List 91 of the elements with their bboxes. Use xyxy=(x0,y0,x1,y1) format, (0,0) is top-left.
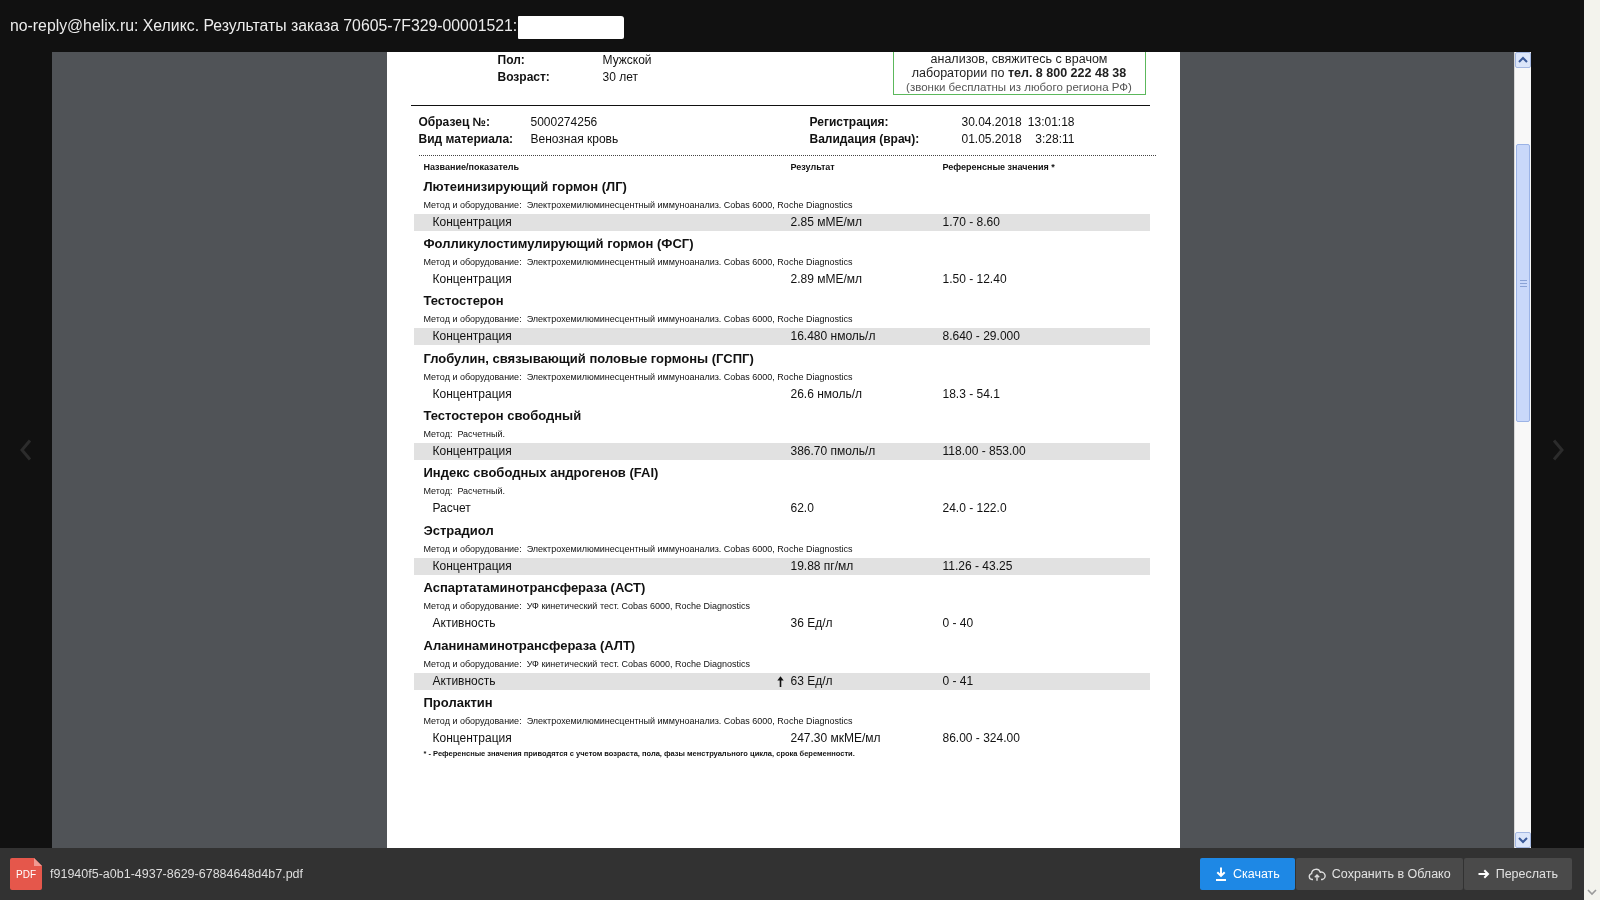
parameter-name: Активность xyxy=(432,615,496,633)
method-text: Электрохемилюминесцентный иммуноанализ. Cobas 6000, Roche Diagnostics xyxy=(526,370,853,384)
forward-button[interactable]: Переслать xyxy=(1463,858,1572,890)
reference-range: 0 - 41 xyxy=(942,672,975,690)
method-label: Метод и оборудование: xyxy=(423,657,522,671)
result-value: 2.89 мМЕ/мл xyxy=(790,270,864,288)
method-text: Электрохемилюминесцентный иммуноанализ. Cobas 6000, Roche Diagnostics xyxy=(526,542,853,556)
parameter-name: Расчет xyxy=(432,500,471,518)
reference-range: 11.26 - 43.25 xyxy=(942,557,1014,575)
result-value: 26.6 нмоль/л xyxy=(790,385,864,403)
scrollbar-thumb[interactable] xyxy=(1516,144,1530,422)
test-name: Фолликулостимулирующий гормон (ФСГ) xyxy=(423,234,695,253)
test-name: Пролактин xyxy=(423,694,494,712)
time-value: 13:01:18 xyxy=(1026,114,1075,131)
method-label: Метод и оборудование: xyxy=(423,600,522,614)
result-value: 2.85 мМЕ/мл xyxy=(790,213,864,231)
time-value: 3:28:11 xyxy=(1034,131,1075,148)
method-label: Метод и оборудование: xyxy=(423,198,522,212)
test-name: Индекс свободных андрогенов (FAI) xyxy=(423,464,660,483)
field-label: Валидация (врач): xyxy=(809,131,921,148)
field-label: Регистрация: xyxy=(809,114,890,131)
reference-range: 1.70 - 8.60 xyxy=(942,213,1001,231)
chevron-left-icon[interactable] xyxy=(20,439,32,461)
reference-range: 1.50 - 12.40 xyxy=(942,270,1008,288)
method-label: Метод и оборудование: xyxy=(423,313,522,327)
result-value: 16.480 нмоль/л xyxy=(790,328,877,346)
result-value: 19.88 пг/мл xyxy=(790,557,855,575)
column-header: Название/показатель xyxy=(423,161,521,174)
cloud-upload-icon xyxy=(1307,867,1326,881)
field-label: Вид материала: xyxy=(418,131,515,148)
test-name: Эстрадиол xyxy=(423,521,495,540)
contact-text: анализов, свяжитесь с врачом лаборатории по тел. 8 800 222 48 38 xyxy=(910,52,1128,80)
contact-note: (звонки бесплатны из любого региона РФ) xyxy=(905,80,1133,94)
file-type-badge: PDF xyxy=(10,858,42,890)
download-button[interactable]: Скачать xyxy=(1199,858,1295,890)
parameter-name: Активность xyxy=(432,672,496,690)
method-text: Электрохемилюминесцентный иммуноанализ. Cobas 6000, Roche Diagnostics xyxy=(526,313,853,327)
result-value: 386.70 пмоль/л xyxy=(790,443,877,461)
method-label: Метод и оборудование: xyxy=(423,542,522,556)
test-name: Лютеинизирующий гормон (ЛГ) xyxy=(423,177,628,196)
result-value: 62.0 xyxy=(790,500,815,518)
parameter-name: Концентрация xyxy=(432,385,512,403)
method-label: Метод и оборудование: xyxy=(423,255,522,269)
field-label: Образец №: xyxy=(418,114,491,131)
reference-range: 0 - 40 xyxy=(942,615,975,633)
cloud-button[interactable]: Сохранить в Облако xyxy=(1295,858,1463,890)
file-name[interactable]: f91940f5-a0b1-4937-8629-67884648d4b7.pdf xyxy=(50,867,303,881)
method-label: Метод: xyxy=(423,485,453,499)
date-value: 01.05.2018 xyxy=(961,131,1022,148)
column-header: Результат xyxy=(790,161,836,174)
right-arrow-icon xyxy=(1477,869,1490,879)
parameter-name: Концентрация xyxy=(432,270,512,288)
result-value: 247.30 мкМЕ/мл xyxy=(790,730,882,747)
test-name: Аспартатаминотрансфераза (АСТ) xyxy=(423,579,647,598)
result-value: 63 Ед/л xyxy=(790,672,834,690)
method-text: Электрохемилюминесцентный иммуноанализ. Cobas 6000, Roche Diagnostics xyxy=(526,715,853,728)
result-value: 36 Ед/л xyxy=(790,615,834,633)
window-title: no-reply@helix.ru: Хеликс. Результаты заказа 70605-7F329-00001521: xyxy=(10,17,518,35)
test-name: Тестостерон свободный xyxy=(423,407,583,426)
method-label: Метод: xyxy=(423,428,453,442)
column-header: Референсные значения * xyxy=(942,161,1056,174)
method-text: Расчетный. xyxy=(457,428,505,442)
download-icon xyxy=(1214,867,1227,881)
reference-range: 86.00 - 324.00 xyxy=(942,730,1021,747)
method-text: УФ кинетический тест. Cobas 6000, Roche Diagnostics xyxy=(526,657,751,671)
reference-range: 118.00 - 853.00 xyxy=(942,443,1027,461)
reference-range: 24.0 - 122.0 xyxy=(942,500,1008,518)
parameter-name: Концентрация xyxy=(432,730,512,747)
test-name: Аланинаминотрансфераза (АЛТ) xyxy=(423,636,637,655)
parameter-name: Концентрация xyxy=(432,557,512,575)
field-value: 5000274256 xyxy=(530,114,599,131)
parameter-name: Концентрация xyxy=(432,443,512,461)
parameter-name: Концентрация xyxy=(432,328,512,346)
reference-range: 8.640 - 29.000 xyxy=(942,328,1021,346)
field-value: Венозная кровь xyxy=(530,131,620,148)
method-text: Электрохемилюминесцентный иммуноанализ. Cobas 6000, Roche Diagnostics xyxy=(526,198,853,212)
method-label: Метод и оборудование: xyxy=(423,715,522,728)
field-value: Мужской xyxy=(602,52,652,69)
chevron-right-icon[interactable] xyxy=(1551,439,1564,461)
parameter-name: Концентрация xyxy=(432,213,512,231)
date-value: 30.04.2018 xyxy=(961,114,1022,131)
field-label: Возраст: xyxy=(497,69,551,86)
field-value: 30 лет xyxy=(602,69,639,86)
test-name: Тестостерон xyxy=(423,292,505,311)
field-label: Пол: xyxy=(497,52,526,69)
reference-range: 18.3 - 54.1 xyxy=(942,385,1001,403)
method-text: Электрохемилюминесцентный иммуноанализ. Cobas 6000, Roche Diagnostics xyxy=(526,255,853,269)
method-text: Расчетный. xyxy=(457,485,505,499)
test-name: Глобулин, связывающий половые гормоны (ГСПГ) xyxy=(423,349,755,368)
method-text: УФ кинетический тест. Cobas 6000, Roche Diagnostics xyxy=(526,600,751,614)
method-label: Метод и оборудование: xyxy=(423,370,522,384)
